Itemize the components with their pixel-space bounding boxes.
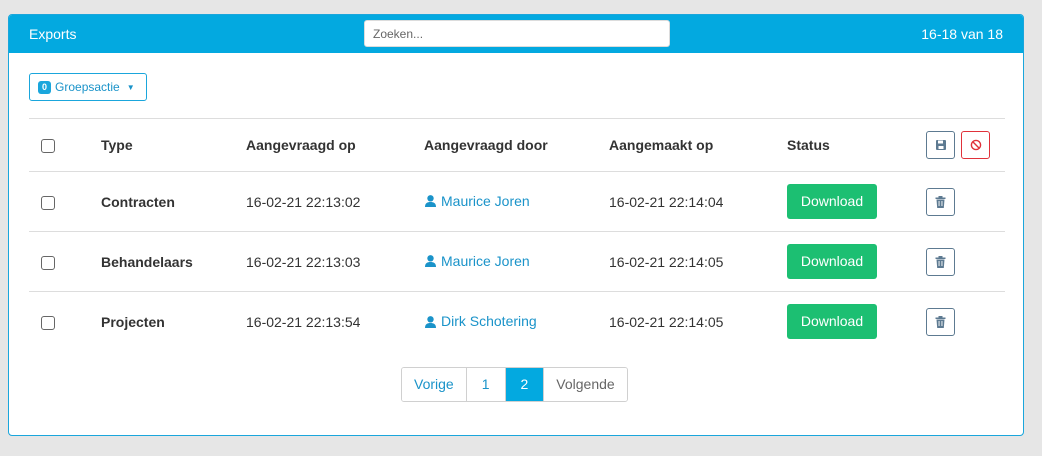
exports-panel: Exports 16-18 van 18 0 Groepsactie ▼ Typ… bbox=[8, 14, 1024, 436]
table-row: Contracten 16-02-21 22:13:02 Maurice Jor… bbox=[29, 171, 1005, 232]
row-created-on: 16-02-21 22:14:04 bbox=[609, 171, 787, 232]
requested-by-name: Maurice Joren bbox=[441, 192, 530, 209]
column-header-status[interactable]: Status bbox=[787, 118, 926, 172]
column-header-type[interactable]: Type bbox=[101, 118, 246, 172]
row-checkbox[interactable] bbox=[41, 255, 55, 270]
requested-by-name: Dirk Schotering bbox=[441, 313, 537, 329]
ban-icon bbox=[970, 139, 981, 151]
group-action-button[interactable]: 0 Groepsactie ▼ bbox=[29, 73, 147, 101]
trash-icon bbox=[935, 315, 946, 328]
page-link-1[interactable]: 1 bbox=[465, 368, 505, 401]
exports-table: Type Aangevraagd op Aangevraagd door Aan… bbox=[29, 118, 1005, 352]
result-range: 16-18 van 18 bbox=[921, 26, 1003, 42]
page-link-2-active[interactable]: 2 bbox=[504, 368, 544, 401]
delete-button[interactable] bbox=[926, 247, 955, 276]
pagination: Vorige 1 2 Volgende bbox=[401, 367, 628, 402]
table-header-row: Type Aangevraagd op Aangevraagd door Aan… bbox=[29, 118, 1005, 172]
download-button[interactable]: Download bbox=[787, 244, 877, 279]
table-row: Projecten 16-02-21 22:13:54 Dirk Schoter… bbox=[29, 291, 1005, 352]
column-header-requested-by[interactable]: Aangevraagd door bbox=[424, 118, 609, 172]
row-checkbox[interactable] bbox=[41, 195, 55, 210]
row-created-on: 16-02-21 22:14:05 bbox=[609, 231, 787, 292]
table-row: Behandelaars 16-02-21 22:13:03 Maurice J… bbox=[29, 231, 1005, 292]
trash-icon bbox=[935, 195, 946, 208]
row-requested-on: 16-02-21 22:13:03 bbox=[246, 231, 424, 292]
column-header-created-on[interactable]: Aangemaakt op bbox=[609, 118, 787, 172]
delete-button[interactable] bbox=[926, 187, 955, 216]
row-type: Projecten bbox=[101, 291, 246, 352]
requested-by-link[interactable]: Dirk Schotering bbox=[424, 313, 537, 329]
download-button[interactable]: Download bbox=[787, 304, 877, 340]
panel-title: Exports bbox=[29, 26, 77, 42]
row-checkbox[interactable] bbox=[41, 315, 55, 330]
row-requested-on: 16-02-21 22:13:54 bbox=[246, 291, 424, 352]
requested-by-link[interactable]: Maurice Joren bbox=[424, 253, 530, 269]
requested-by-name: Maurice Joren bbox=[441, 252, 530, 269]
save-icon bbox=[935, 140, 946, 150]
row-type: Contracten bbox=[101, 171, 246, 232]
caret-down-icon: ▼ bbox=[126, 82, 135, 92]
column-header-requested-on[interactable]: Aangevraagd op bbox=[246, 118, 424, 172]
select-all-checkbox[interactable] bbox=[41, 139, 55, 154]
previous-page-link[interactable]: Vorige bbox=[402, 368, 466, 401]
user-icon bbox=[425, 195, 436, 208]
requested-by-link[interactable]: Maurice Joren bbox=[424, 193, 530, 209]
selected-count-badge: 0 bbox=[38, 80, 52, 94]
row-type: Behandelaars bbox=[101, 231, 246, 292]
user-icon bbox=[425, 315, 436, 328]
panel-header: Exports 16-18 van 18 bbox=[9, 15, 1023, 53]
trash-icon bbox=[935, 255, 946, 268]
user-icon bbox=[425, 255, 436, 268]
group-action-label: Groepsactie bbox=[55, 80, 120, 94]
delete-button[interactable] bbox=[926, 307, 955, 336]
next-page-link[interactable]: Volgende bbox=[543, 368, 627, 401]
download-button[interactable]: Download bbox=[787, 184, 877, 219]
row-requested-on: 16-02-21 22:13:02 bbox=[246, 171, 424, 232]
save-filter-button[interactable] bbox=[926, 131, 955, 159]
row-created-on: 16-02-21 22:14:05 bbox=[609, 291, 787, 352]
search-input[interactable] bbox=[364, 20, 670, 47]
cancel-button[interactable] bbox=[961, 131, 990, 159]
